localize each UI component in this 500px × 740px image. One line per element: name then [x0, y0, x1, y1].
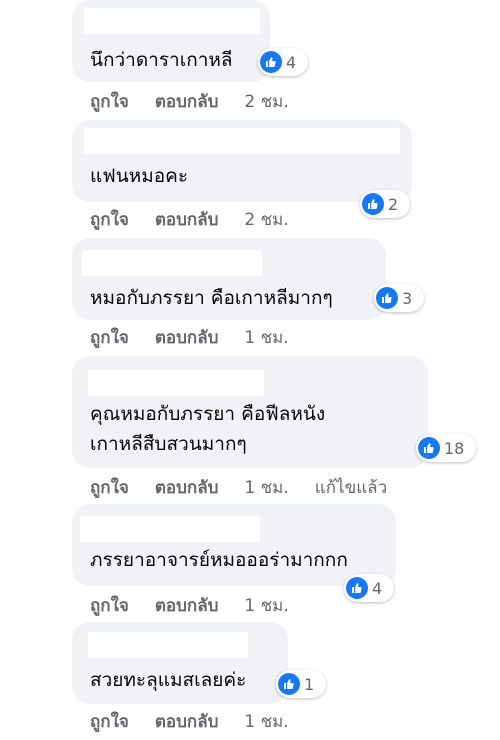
redacted-author-name: [88, 370, 264, 396]
reaction-badge[interactable]: 1: [276, 670, 326, 698]
reaction-badge[interactable]: 2: [360, 190, 410, 218]
redacted-author-name: [88, 632, 248, 658]
comment-text: หมอกับภรรยา คือเกาหลีมากๆ: [90, 287, 333, 309]
like-link[interactable]: ถูกใจ: [90, 592, 129, 619]
reply-link[interactable]: ตอบกลับ: [155, 324, 219, 351]
like-link[interactable]: ถูกใจ: [90, 474, 129, 501]
reaction-badge[interactable]: 18: [416, 434, 476, 462]
thumbs-up-icon: [346, 577, 368, 599]
reaction-badge[interactable]: 3: [374, 284, 424, 312]
reply-link[interactable]: ตอบกลับ: [155, 708, 219, 735]
reply-link[interactable]: ตอบกลับ: [155, 592, 219, 619]
thumbs-up-icon: [376, 287, 398, 309]
thumbs-up-icon: [418, 437, 440, 459]
comment-text: นึกว่าดาราเกาหลี: [90, 49, 233, 71]
reaction-count: 4: [372, 578, 383, 598]
reaction-badge[interactable]: 4: [258, 48, 308, 76]
reaction-count: 3: [402, 288, 413, 308]
redacted-author-name: [84, 8, 260, 34]
comment-text: ภรรยาอาจารย์หมอออร่ามากกก: [90, 549, 348, 571]
thumbs-up-icon: [278, 673, 300, 695]
timestamp-link[interactable]: 1 ชม.: [244, 708, 288, 735]
reply-link[interactable]: ตอบกลับ: [155, 88, 219, 115]
like-link[interactable]: ถูกใจ: [90, 206, 129, 233]
timestamp-link[interactable]: 1 ชม.: [244, 592, 288, 619]
reaction-count: 1: [304, 674, 315, 694]
comment-actions: ถูกใจ ตอบกลับ 1 ชม.: [90, 592, 289, 619]
comment-actions: ถูกใจ ตอบกลับ 1 ชม.: [90, 324, 289, 351]
like-link[interactable]: ถูกใจ: [90, 88, 129, 115]
comment-actions: ถูกใจ ตอบกลับ 2 ชม.: [90, 88, 289, 115]
comment-actions: ถูกใจ ตอบกลับ 2 ชม.: [90, 206, 289, 233]
reply-link[interactable]: ตอบกลับ: [155, 474, 219, 501]
timestamp-link[interactable]: 1 ชม.: [244, 474, 288, 501]
reaction-badge[interactable]: 4: [344, 574, 394, 602]
reply-link[interactable]: ตอบกลับ: [155, 206, 219, 233]
thumbs-up-icon: [362, 193, 384, 215]
timestamp-link[interactable]: 2 ชม.: [244, 206, 288, 233]
redacted-author-name: [80, 516, 260, 542]
thumbs-up-icon: [260, 51, 282, 73]
like-link[interactable]: ถูกใจ: [90, 708, 129, 735]
timestamp-link[interactable]: 2 ชม.: [244, 88, 288, 115]
reaction-count: 2: [388, 194, 399, 214]
comment-text-line-1: คุณหมอกับภรรยา คือฟีลหนัง: [90, 403, 326, 425]
timestamp-link[interactable]: 1 ชม.: [244, 324, 288, 351]
comment-actions: ถูกใจ ตอบกลับ 1 ชม.: [90, 708, 289, 735]
comment-text: แฟนหมอคะ: [90, 165, 189, 187]
edited-label: แก้ไขแล้ว: [314, 478, 388, 498]
reaction-count: 18: [444, 438, 465, 458]
comment-text-line-2: เกาหลีสืบสวนมากๆ: [90, 433, 247, 455]
like-link[interactable]: ถูกใจ: [90, 324, 129, 351]
redacted-author-name: [82, 250, 262, 276]
comment-actions: ถูกใจ ตอบกลับ 1 ชม. แก้ไขแล้ว: [90, 474, 387, 501]
reaction-count: 4: [286, 52, 297, 72]
redacted-author-name: [84, 128, 400, 154]
comment-text: สวยทะลุแมสเลยค่ะ: [90, 669, 247, 691]
